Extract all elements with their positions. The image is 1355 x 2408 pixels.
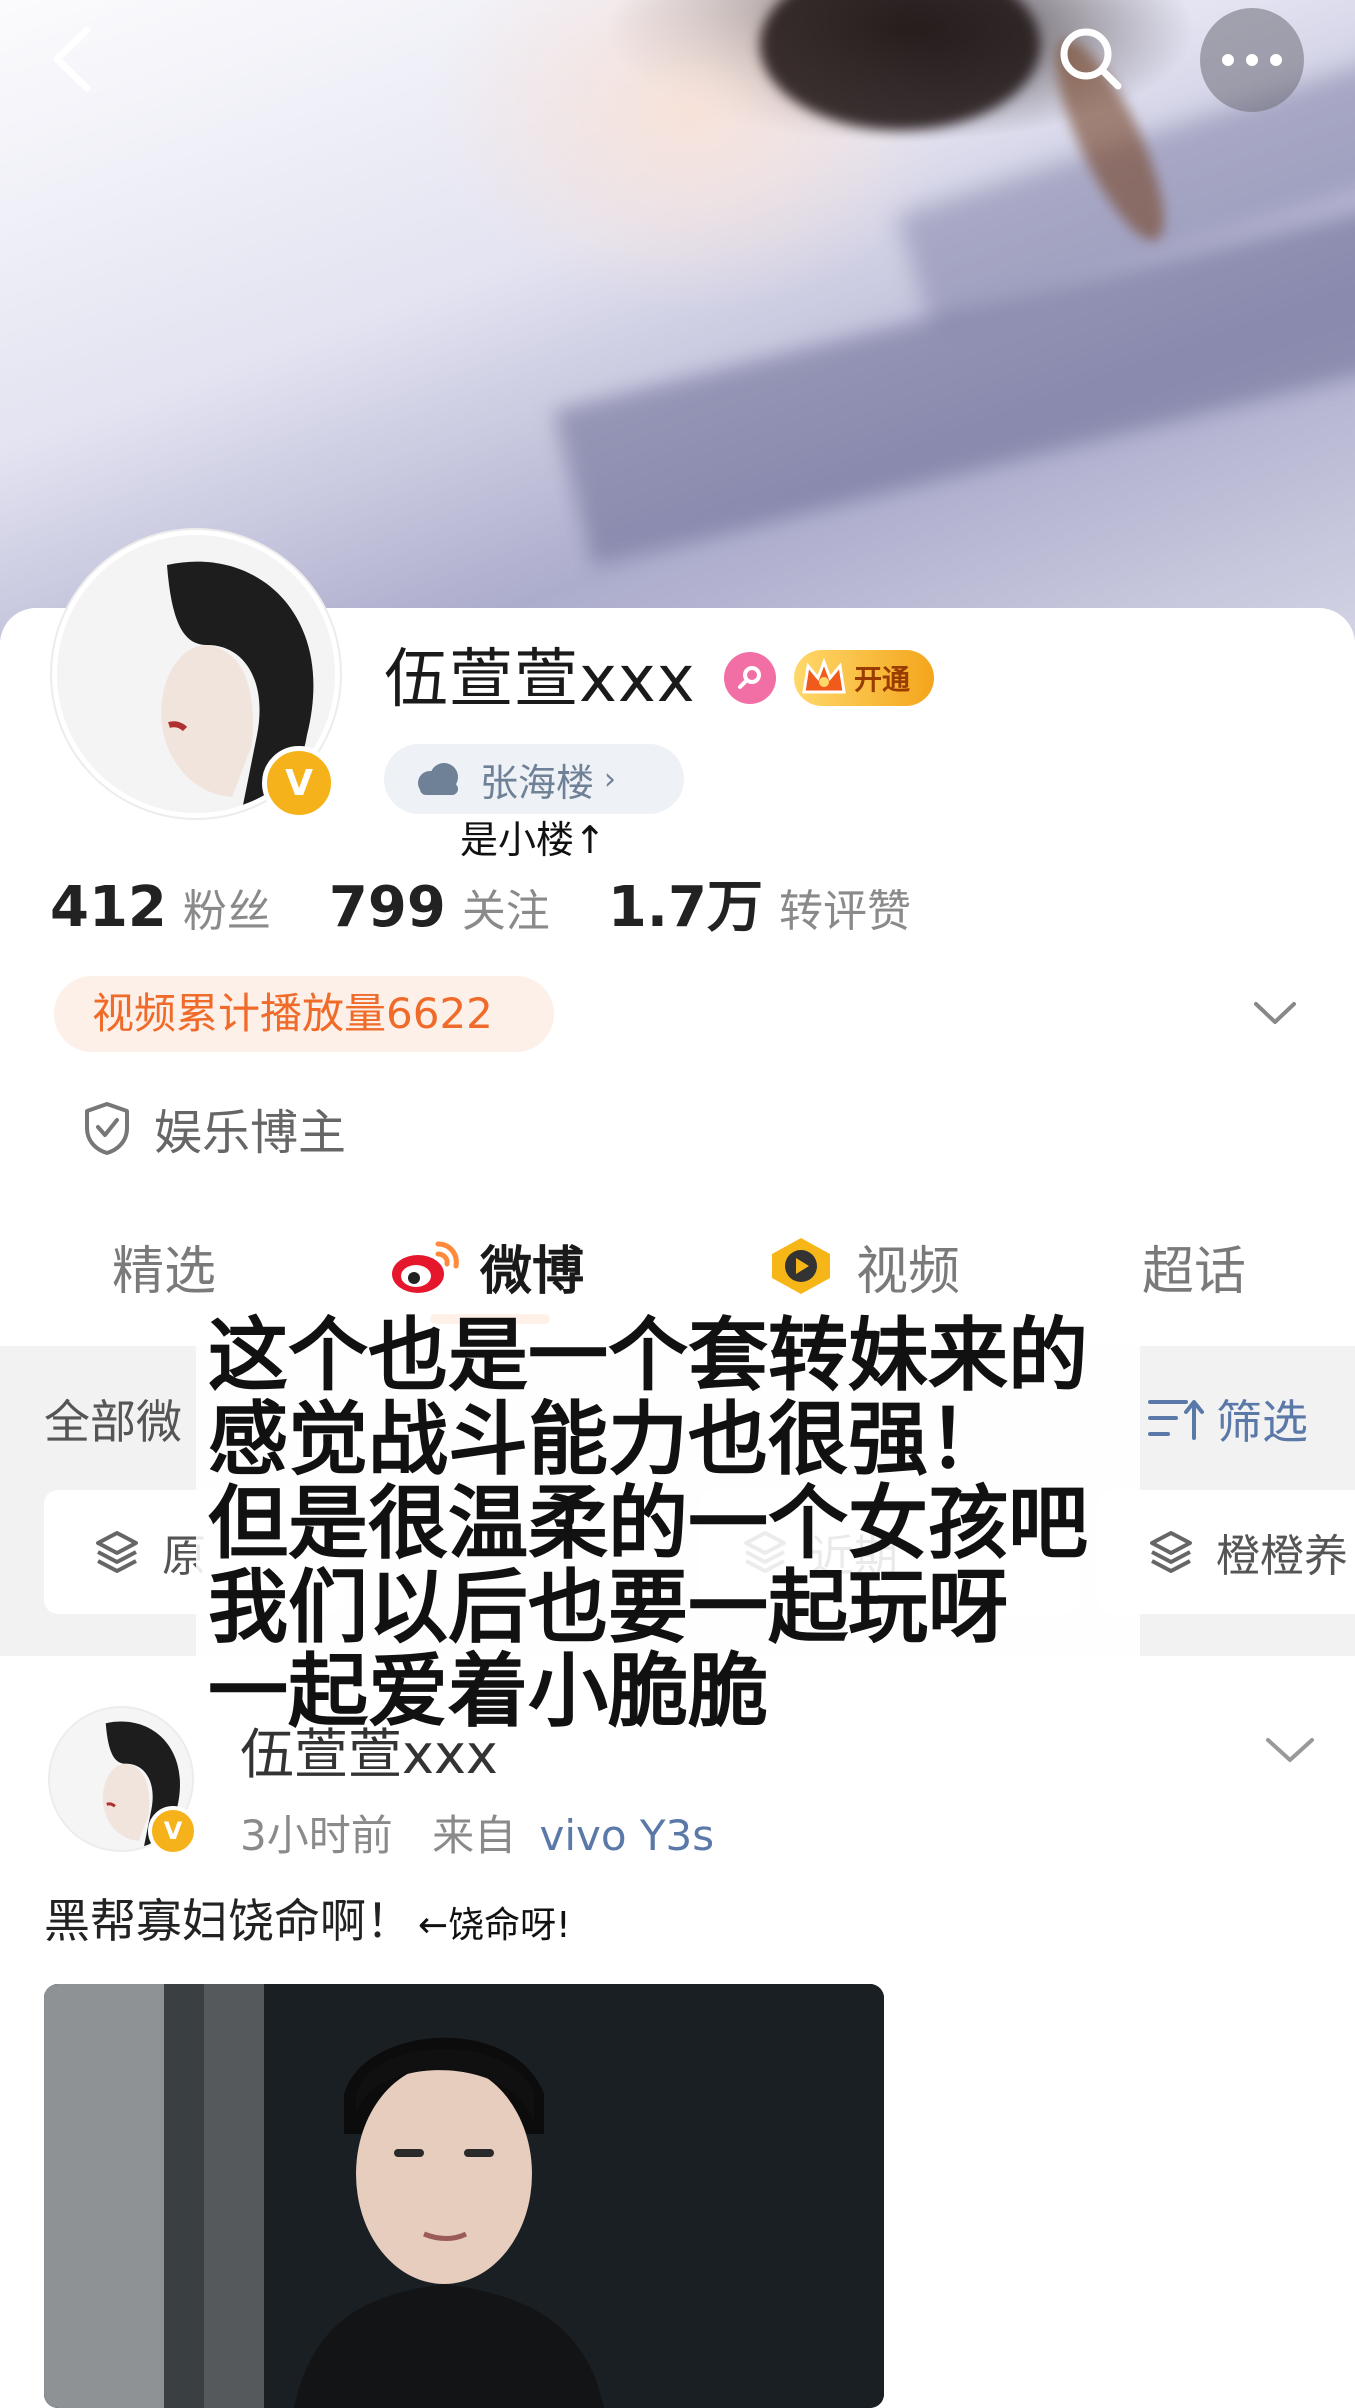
vip-open-button[interactable]: 开通	[794, 650, 934, 706]
post-photo-graphic	[44, 1984, 884, 2408]
post-body[interactable]: 黑帮寡妇饶命啊！ ←饶命呀!	[44, 1892, 571, 1955]
followers-label[interactable]: 粉丝	[183, 875, 271, 939]
crown-icon	[794, 650, 854, 706]
chip-label: 橙橙养	[1216, 1531, 1348, 1582]
tab-featured[interactable]: 精选	[112, 1216, 216, 1316]
cover-hair	[760, 0, 1040, 130]
profile-tabs: 精选 微博 视频 超话	[0, 1216, 1355, 1316]
sort-filter-icon	[1148, 1400, 1204, 1440]
category-label: 娱乐博主	[154, 1105, 347, 1161]
following-label[interactable]: 关注	[462, 875, 550, 939]
video-play-icon	[772, 1238, 830, 1294]
post-device[interactable]: vivo Y3s	[539, 1811, 714, 1860]
search-icon	[1060, 28, 1122, 90]
tab-label: 微博	[480, 1241, 585, 1302]
engagement-count[interactable]: 1.7万	[608, 862, 763, 943]
more-dots-icon	[1222, 54, 1282, 66]
post-meta: 3小时前 来自 vivo Y3s	[240, 1802, 714, 1863]
chevron-down-icon[interactable]	[1262, 1730, 1318, 1770]
caption-text: 这个也是一个套转妹来的 感觉战斗能力也很强！ 但是很温柔的一个女孩吧 我们以后也…	[208, 1309, 1088, 1738]
chevron-right-icon: ›	[604, 761, 617, 797]
post-image[interactable]	[44, 1984, 884, 2408]
tab-supertopic[interactable]: 超话	[1142, 1216, 1246, 1316]
shield-check-icon	[85, 1102, 129, 1155]
post-annotation: ←饶命呀!	[418, 1905, 571, 1946]
chevron-left-icon	[53, 26, 91, 92]
tab-label: 超话	[1142, 1241, 1247, 1302]
tab-video[interactable]: 视频	[764, 1216, 960, 1316]
video-play-count-badge[interactable]: 视频累计播放量6622	[54, 976, 554, 1052]
search-button[interactable]	[1046, 14, 1136, 104]
back-button[interactable]	[28, 14, 118, 104]
engagement-label[interactable]: 转评赞	[779, 875, 911, 939]
verified-badge: V	[262, 746, 336, 820]
layers-icon	[96, 1531, 138, 1573]
weibo-icon	[392, 1241, 459, 1293]
filter-label: 筛选	[1216, 1395, 1308, 1449]
location-pill[interactable]: 张海楼 ›	[384, 744, 684, 814]
all-weibo-dropdown[interactable]: 全部微	[44, 1386, 182, 1452]
layers-icon	[1150, 1531, 1192, 1573]
category-row[interactable]: 娱乐博主	[82, 1092, 346, 1164]
filter-button[interactable]: 筛选	[1146, 1384, 1308, 1454]
profile-name: 伍萱萱xxx	[384, 643, 696, 717]
profile-stats: 412 粉丝 799 关注 1.7万 转评赞	[50, 862, 969, 942]
tab-label: 精选	[112, 1241, 217, 1302]
post-text: 黑帮寡妇饶命啊！	[44, 1894, 412, 1948]
post-time: 3小时前	[240, 1811, 393, 1860]
chevron-down-icon[interactable]	[1250, 994, 1300, 1034]
tab-weibo[interactable]: 微博	[388, 1216, 584, 1316]
more-button[interactable]	[1200, 8, 1304, 112]
cloud-icon	[418, 763, 458, 795]
following-count[interactable]: 799	[329, 875, 446, 940]
verified-badge: V	[148, 1806, 198, 1856]
post-source-prefix: 来自	[432, 1811, 517, 1860]
followers-count[interactable]: 412	[50, 875, 167, 940]
tab-label: 视频	[856, 1241, 961, 1302]
female-icon	[724, 652, 776, 704]
annotation-note: 是小楼↑	[460, 818, 606, 862]
location-label: 张海楼	[480, 760, 595, 805]
vip-label: 开通	[854, 663, 911, 696]
